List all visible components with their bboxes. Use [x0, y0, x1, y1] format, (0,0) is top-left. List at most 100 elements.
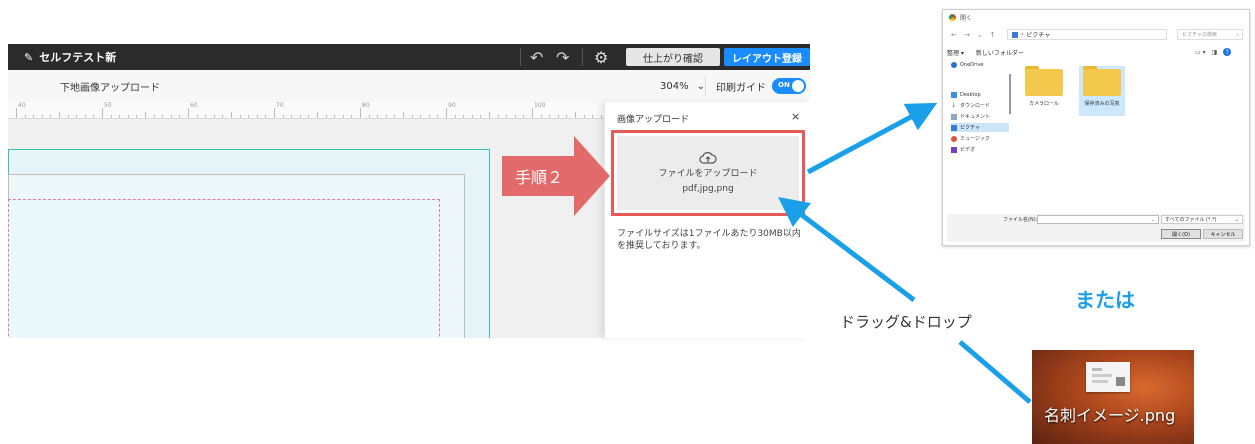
open-button[interactable]: 開く(O)	[1161, 229, 1201, 239]
nav-item-pictures[interactable]: ピクチャ	[951, 123, 1009, 132]
ruler-tick	[557, 115, 559, 118]
folder-name: 保存済みの写真	[1084, 101, 1120, 107]
ruler-number: 60	[190, 102, 198, 109]
ruler-tick	[50, 115, 52, 118]
ruler-tick	[256, 115, 258, 118]
folder-icon	[1025, 66, 1063, 96]
cancel-button[interactable]: キャンセル	[1203, 229, 1243, 239]
nav-item-label: Desktop	[960, 91, 981, 98]
ruler-tick	[514, 115, 516, 118]
ruler-tick	[84, 115, 86, 118]
search-icon: ⌕	[1236, 31, 1239, 38]
canvas[interactable]	[8, 119, 604, 338]
ruler-tick	[248, 115, 250, 118]
ruler-tick	[188, 108, 189, 118]
or-text: または	[1075, 288, 1135, 312]
ruler: 40 50 60 70 80 90 100	[8, 102, 604, 119]
ruler-tick	[583, 115, 585, 118]
view-controls: ▭ ▾ ◨ ?	[1195, 46, 1232, 58]
ruler-tick	[153, 115, 155, 118]
zoom-value: 304%	[660, 80, 689, 92]
nav-item-label: ダウンロード	[960, 103, 991, 109]
folder-item[interactable]: カメラロール	[1021, 66, 1067, 116]
ruler-tick	[265, 115, 267, 118]
toggle-state: ON	[778, 81, 790, 89]
pencil-icon: ✎	[24, 50, 34, 64]
nav-item-onedrive[interactable]: OneDrive	[951, 60, 1009, 69]
music-icon	[951, 135, 957, 142]
panel-title: 画像アップロード	[617, 115, 690, 125]
view-mode-icon[interactable]: ▭ ▾	[1195, 49, 1206, 56]
ruler-tick	[540, 115, 542, 118]
nav-item-music[interactable]: ミュージック	[951, 134, 1009, 143]
nav-item-label: ビデオ	[960, 147, 976, 153]
help-icon[interactable]: ?	[1223, 48, 1232, 56]
nav-item-downloads[interactable]: ↓ ダウンロード	[951, 101, 1009, 110]
ruler-number: 50	[104, 102, 112, 109]
redo-icon[interactable]: ↷	[556, 44, 569, 70]
ruler-tick	[170, 115, 172, 118]
ruler-number: 40	[18, 102, 26, 109]
ruler-number: 90	[448, 102, 456, 109]
ruler-tick	[308, 115, 310, 118]
confirm-button[interactable]: 仕上がり確認	[626, 48, 720, 66]
ruler-tick	[196, 115, 198, 118]
ruler-tick	[575, 112, 576, 118]
undo-icon[interactable]: ↶	[530, 44, 543, 70]
document-icon	[951, 113, 957, 120]
ruler-tick	[506, 115, 508, 118]
document-title: セルフテスト新	[39, 51, 117, 64]
ruler-tick	[592, 115, 594, 118]
nav-item-videos[interactable]: ビデオ	[951, 145, 1009, 154]
print-guide-toggle[interactable]: ON	[772, 78, 806, 94]
address-path: ピクチャ	[1026, 32, 1051, 39]
ruler-tick	[119, 115, 121, 118]
nav-item-documents[interactable]: ドキュメント	[951, 112, 1009, 121]
ruler-tick	[317, 112, 318, 118]
breadcrumb-separator: ›	[1021, 31, 1024, 38]
toolbar-label: 下地画像アップロード	[60, 82, 160, 94]
ruler-tick	[368, 115, 370, 118]
back-icon[interactable]: ←	[951, 31, 957, 39]
close-icon[interactable]: ×	[791, 110, 800, 123]
title-area[interactable]: ✎ セルフテスト新	[24, 44, 116, 70]
filename-input[interactable]: ⌄	[1037, 215, 1159, 224]
filetype-select[interactable]: すべてのファイル (*.*) ⌄	[1161, 215, 1243, 224]
ruler-tick	[291, 115, 293, 118]
up-icon[interactable]: ↑	[990, 31, 996, 39]
video-icon	[951, 146, 957, 153]
ruler-tick	[93, 115, 95, 118]
ruler-tick	[394, 115, 396, 118]
address-box[interactable]: › ピクチャ	[1007, 29, 1167, 40]
step-label: 手順２	[502, 156, 576, 196]
ruler-tick	[600, 115, 602, 118]
toggle-knob	[792, 80, 804, 92]
ruler-tick	[299, 115, 301, 118]
preview-pane-icon[interactable]: ◨	[1212, 49, 1218, 56]
organize-button[interactable]: 整理 ▾	[947, 48, 964, 57]
business-card-file-icon[interactable]	[1086, 362, 1130, 392]
ruler-tick	[480, 115, 482, 118]
new-folder-button[interactable]: 新しいフォルダー	[976, 48, 1024, 57]
nav-buttons: ← → ⌄ ↑	[951, 28, 996, 42]
ruler-tick	[497, 115, 499, 118]
folder-name: カメラロール	[1028, 101, 1059, 107]
chevron-down-icon[interactable]: ⌄	[977, 31, 983, 39]
editor-topbar: ✎ セルフテスト新 ↶ ↷ ⚙ 仕上がり確認 レイアウト登録	[8, 44, 810, 70]
folder-item[interactable]: 保存済みの写真	[1079, 66, 1125, 116]
scrollbar[interactable]	[1009, 74, 1011, 114]
ruler-tick	[463, 115, 465, 118]
ruler-tick	[523, 115, 525, 118]
search-input[interactable]: ピクチャの検索 ⌕	[1177, 29, 1243, 40]
zoom-select[interactable]: 304% ⌄	[660, 70, 705, 102]
ruler-number: 70	[276, 102, 284, 109]
forward-icon[interactable]: →	[964, 31, 970, 39]
register-layout-button[interactable]: レイアウト登録	[724, 48, 810, 66]
gear-icon[interactable]: ⚙	[594, 44, 608, 70]
ruler-tick	[67, 115, 69, 118]
ruler-tick	[16, 108, 17, 118]
ruler-tick	[136, 115, 138, 118]
ruler-number: 80	[362, 102, 370, 109]
pictures-icon	[1012, 31, 1018, 38]
nav-item-desktop[interactable]: Desktop	[951, 90, 1009, 99]
